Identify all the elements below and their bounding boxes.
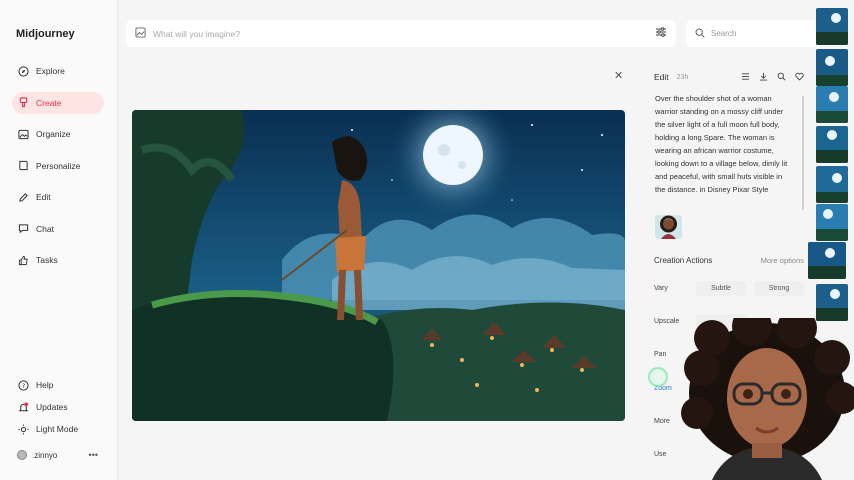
imagine-bar[interactable]: What will you imagine? xyxy=(126,20,676,47)
download-icon[interactable] xyxy=(759,72,768,83)
search-icon xyxy=(695,28,705,40)
creation-actions-header: Creation Actions More options xyxy=(654,256,804,265)
imagine-input[interactable]: What will you imagine? xyxy=(153,29,240,39)
thumbs-up-icon xyxy=(17,254,29,266)
sidebar-item-label: Explore xyxy=(36,66,65,76)
chat-bubble-icon xyxy=(17,223,29,235)
sidebar-item-explore[interactable]: Explore xyxy=(12,60,104,82)
sidebar-item-label: Light Mode xyxy=(36,424,79,434)
more-options-link[interactable]: More options xyxy=(761,256,804,265)
use-label: Use xyxy=(654,450,667,458)
cursor-click-indicator xyxy=(648,367,668,387)
image-age: 23h xyxy=(676,73,689,81)
sidebar-item-label: Help xyxy=(36,380,54,390)
sidebar-item-light-mode[interactable]: Light Mode xyxy=(12,420,104,438)
more-label: More xyxy=(654,417,670,425)
app-logo[interactable]: Midjourney xyxy=(16,28,75,40)
presenter-facecam xyxy=(672,306,854,480)
settings-sliders-icon[interactable] xyxy=(655,25,667,43)
brush-icon xyxy=(17,97,29,109)
pan-label: Pan xyxy=(654,350,667,358)
sidebar-item-edit[interactable]: Edit xyxy=(12,186,104,208)
avatar xyxy=(17,450,27,460)
sidebar-item-label: Personalize xyxy=(36,160,81,171)
search-input[interactable]: Search xyxy=(686,20,826,47)
list-icon[interactable] xyxy=(741,72,750,83)
panel-tools xyxy=(741,72,804,83)
search-similar-icon[interactable] xyxy=(777,72,786,83)
image-upload-icon[interactable] xyxy=(135,25,146,43)
history-thumbnail-selected[interactable] xyxy=(808,242,846,279)
app-window: Midjourney Explore Create Organize Perso… xyxy=(0,0,854,480)
history-thumbnail[interactable] xyxy=(816,166,848,203)
sidebar-item-label: Chat xyxy=(36,223,54,234)
edit-tab[interactable]: Edit xyxy=(654,72,669,82)
sidebar-item-tasks[interactable]: Tasks xyxy=(12,249,104,271)
sidebar-item-personalize[interactable]: Personalize xyxy=(12,155,104,177)
panel-header: Edit 23h xyxy=(654,70,804,84)
close-icon[interactable]: ✕ xyxy=(614,69,623,82)
sidebar-item-chat[interactable]: Chat xyxy=(12,218,104,240)
heart-icon[interactable] xyxy=(795,72,804,83)
sidebar-item-updates[interactable]: Updates xyxy=(12,398,104,416)
prompt-scrollbar[interactable] xyxy=(802,96,804,210)
search-placeholder: Search xyxy=(711,29,737,38)
history-thumbnail[interactable] xyxy=(816,86,848,123)
vary-row: Vary Subtle Strong xyxy=(654,280,804,296)
pencil-icon xyxy=(17,191,29,203)
creation-actions-title: Creation Actions xyxy=(654,256,713,265)
prompt-text: Over the shoulder shot of a woman warrio… xyxy=(655,94,788,194)
vary-strong-button[interactable]: Strong xyxy=(754,280,804,296)
history-thumbnail[interactable] xyxy=(816,284,848,321)
more-dots-icon[interactable]: ••• xyxy=(89,450,98,460)
user-name: .zinnyo xyxy=(32,450,58,460)
sun-icon xyxy=(17,423,29,435)
sidebar-nav: Explore Create Organize Personalize Edit… xyxy=(12,60,104,281)
sidebar-item-help[interactable]: ? Help xyxy=(12,376,104,394)
compass-icon xyxy=(17,65,29,77)
sidebar-bottom: ? Help Updates Light Mode xyxy=(12,376,104,442)
vary-subtle-button[interactable]: Subtle xyxy=(696,280,746,296)
book-icon xyxy=(17,160,29,172)
svg-text:?: ? xyxy=(21,381,24,389)
user-menu[interactable]: .zinnyo ••• xyxy=(12,446,104,464)
history-thumbnail[interactable] xyxy=(816,204,848,241)
vary-label: Vary xyxy=(654,284,668,292)
sidebar-item-label: Organize xyxy=(36,129,71,139)
sidebar-item-organize[interactable]: Organize xyxy=(12,123,104,145)
sidebar-item-label: Updates xyxy=(36,402,68,412)
generated-image[interactable] xyxy=(132,110,625,421)
reference-image-thumbnail[interactable] xyxy=(655,215,682,239)
question-icon: ? xyxy=(17,379,29,391)
sidebar: Midjourney Explore Create Organize Perso… xyxy=(0,0,118,480)
history-thumbnail[interactable] xyxy=(816,49,848,86)
sidebar-item-label: Edit xyxy=(36,192,51,202)
folder-image-icon xyxy=(17,128,29,140)
history-thumbnail[interactable] xyxy=(816,126,848,163)
sidebar-item-create[interactable]: Create xyxy=(12,91,104,114)
history-thumbnail[interactable] xyxy=(816,8,848,45)
sidebar-item-label: Tasks xyxy=(36,255,58,265)
sidebar-item-label: Create xyxy=(36,97,62,108)
bell-icon xyxy=(17,401,29,413)
